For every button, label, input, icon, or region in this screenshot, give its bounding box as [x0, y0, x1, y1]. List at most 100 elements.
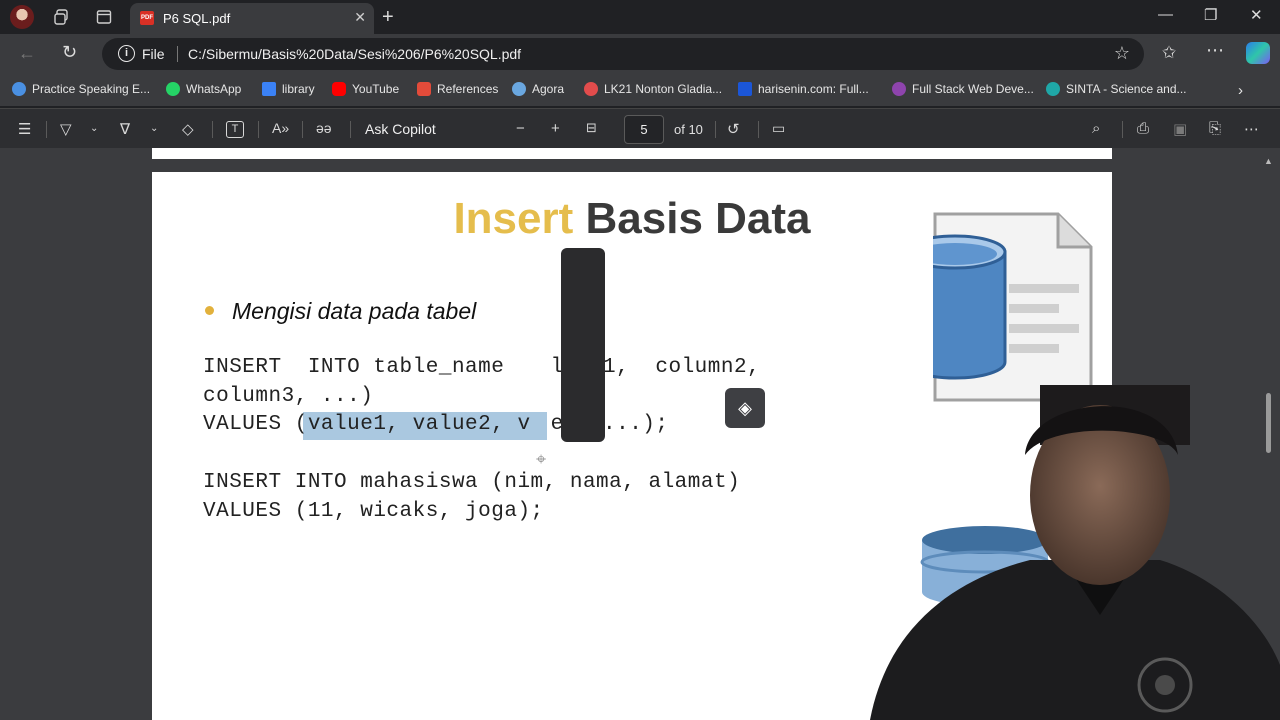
lk21-icon: [584, 82, 598, 96]
toolbar-divider: [212, 121, 213, 138]
navigation-bar: ← ↻ i File C:/Sibermu/Basis%20Data/Sesi%…: [0, 34, 1280, 74]
contents-list-icon[interactable]: ☰: [18, 120, 31, 138]
copilot-icon[interactable]: [1246, 42, 1270, 64]
bullet-dot: [205, 306, 214, 315]
bookmark-library[interactable]: library: [262, 82, 315, 96]
code-line-5: VALUES (11, wicaks, joga);: [203, 500, 544, 523]
toolbar-divider: [302, 121, 303, 138]
page-total: of 10: [674, 122, 703, 137]
zoom-out-icon[interactable]: −: [516, 120, 525, 137]
bookmark-whatsapp[interactable]: WhatsApp: [166, 82, 241, 96]
print-icon[interactable]: ⎙: [1137, 120, 1149, 137]
workspaces-icon[interactable]: [52, 7, 72, 27]
info-icon[interactable]: i: [118, 45, 135, 62]
zoom-in-icon[interactable]: +: [551, 120, 560, 137]
youtube-icon: [332, 82, 346, 96]
scroll-up-icon[interactable]: ▲: [1264, 156, 1273, 166]
pdf-icon: PDF: [140, 11, 154, 25]
rotate-icon[interactable]: ↺: [727, 120, 740, 138]
read-aloud-icon[interactable]: A»: [272, 120, 289, 136]
profile-avatar[interactable]: [10, 5, 34, 29]
restore-icon[interactable]: ❐: [1204, 6, 1217, 24]
sinta-icon: [1046, 82, 1060, 96]
bookmark-practice-speaking[interactable]: Practice Speaking E...: [12, 82, 150, 96]
code-line-2: column3, ...): [203, 385, 374, 408]
toolbar-divider: [715, 121, 716, 138]
favorites-icon[interactable]: ✩: [1162, 43, 1176, 63]
code-line-4: INSERT INTO mahasiswa (nim, nama, alamat…: [203, 471, 741, 494]
more-options-icon[interactable]: ⋯: [1244, 120, 1259, 138]
tab-title: P6 SQL.pdf: [163, 11, 231, 26]
more-options-icon[interactable]: ⋯: [1206, 40, 1224, 61]
code-text: v: [517, 413, 531, 436]
code-text: INSERT INTO table_name: [203, 356, 531, 379]
page-view-icon[interactable]: ▭: [772, 120, 785, 137]
save-as-icon[interactable]: ⎘: [1209, 120, 1221, 137]
bookmark-agora[interactable]: Agora: [512, 82, 564, 96]
ask-copilot-button[interactable]: Ask Copilot: [365, 121, 436, 137]
favorite-star-icon[interactable]: ☆: [1114, 43, 1130, 64]
bookmark-label: Practice Speaking E...: [32, 82, 151, 96]
toolbar-divider: [46, 121, 47, 138]
address-bar[interactable]: i File C:/Sibermu/Basis%20Data/Sesi%206/…: [102, 38, 1144, 70]
pdf-toolbar: ☰ ▽ ⌄ ∇ ⌄ ◇ T A» əə Ask Copilot − + ⊟ 5 …: [0, 108, 1280, 148]
database-document-icon: [933, 212, 1093, 402]
full-stack-icon: [892, 82, 906, 96]
bookmark-label: WhatsApp: [186, 82, 242, 96]
draw-chevron-down-icon[interactable]: ⌄: [150, 123, 158, 134]
more-bookmarks-chevron-icon[interactable]: ›: [1238, 82, 1243, 99]
translate-icon[interactable]: əə: [316, 120, 332, 136]
toolbar-divider: [350, 121, 351, 138]
save-icon[interactable]: ▣: [1173, 120, 1187, 138]
bookmark-label: harisenin.com: Full...: [758, 82, 869, 96]
highlight-chevron-down-icon[interactable]: ⌄: [90, 123, 98, 134]
selection-menu[interactable]: [561, 248, 605, 442]
refresh-icon[interactable]: ↻: [62, 42, 77, 63]
webcam-overlay: [870, 385, 1280, 720]
bookmark-sinta[interactable]: SINTA - Science and...: [1046, 82, 1187, 96]
add-text-icon[interactable]: T: [226, 121, 244, 138]
slide-title-highlight: Insert: [453, 194, 574, 243]
selected-code-text: (value1, value2,: [294, 413, 518, 436]
copilot-chip-icon[interactable]: ◈: [725, 388, 765, 428]
address-url[interactable]: C:/Sibermu/Basis%20Data/Sesi%206/P6%20SQ…: [188, 46, 521, 62]
address-divider: [177, 46, 178, 62]
page-number-input[interactable]: 5: [624, 115, 664, 144]
bookmark-label: library: [282, 82, 315, 96]
bookmark-lk21[interactable]: LK21 Nonton Gladia...: [584, 82, 722, 96]
toolbar-divider: [258, 121, 259, 138]
toolbar-divider: [1122, 121, 1123, 138]
whatsapp-icon: [166, 82, 180, 96]
bookmark-label: LK21 Nonton Gladia...: [604, 82, 723, 96]
code-text: VALUES: [203, 413, 295, 436]
fit-to-width-icon[interactable]: ⊟: [586, 120, 597, 136]
close-tab-icon[interactable]: ✕: [354, 9, 366, 26]
toolbar-divider: [758, 121, 759, 138]
code-line-1: INSERT INTO table_name lumn1, column2,: [203, 356, 760, 379]
references-icon: [417, 82, 431, 96]
back-icon[interactable]: ←: [18, 43, 36, 64]
new-tab-icon[interactable]: +: [382, 6, 394, 29]
bookmark-label: YouTube: [352, 82, 400, 96]
agora-icon: [512, 82, 526, 96]
mouse-cursor-icon: ⌖: [536, 449, 547, 469]
harisenin-icon: [738, 82, 752, 96]
previous-page-edge: [152, 148, 1112, 159]
bookmark-youtube[interactable]: YouTube: [332, 82, 399, 96]
minimize-icon[interactable]: —: [1158, 6, 1173, 23]
close-window-icon[interactable]: ✕: [1250, 6, 1263, 24]
bookmark-label: References: [437, 82, 499, 96]
highlight-icon[interactable]: ▽: [60, 120, 72, 138]
bookmark-references[interactable]: References: [417, 82, 498, 96]
library-icon: [262, 82, 276, 96]
eraser-icon[interactable]: ◇: [182, 120, 194, 138]
bookmark-full-stack[interactable]: Full Stack Web Deve...: [892, 82, 1034, 96]
tab-p6-sql[interactable]: PDF P6 SQL.pdf ✕: [130, 3, 374, 34]
bookmark-label: Agora: [532, 82, 565, 96]
bookmark-label: Full Stack Web Deve...: [912, 82, 1034, 96]
tab-actions-icon[interactable]: [94, 7, 114, 27]
search-icon[interactable]: ⌕: [1092, 120, 1100, 137]
bookmark-harisenin[interactable]: harisenin.com: Full...: [738, 82, 869, 96]
draw-icon[interactable]: ∇: [120, 120, 130, 138]
bookmarks-bar: Practice Speaking E... WhatsApp library …: [0, 74, 1280, 106]
